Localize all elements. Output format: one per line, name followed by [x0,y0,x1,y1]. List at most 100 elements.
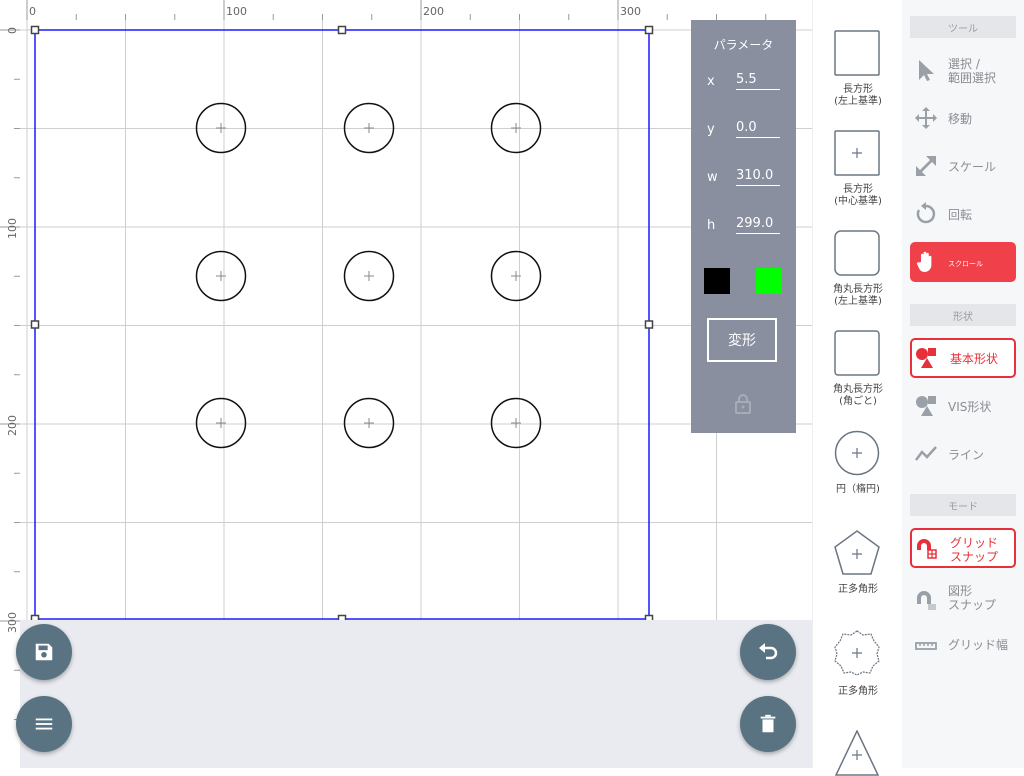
selection-box[interactable] [34,29,650,620]
menu-icon [35,718,53,730]
mode-shape-snap[interactable]: 図形 スナップ [910,580,1016,620]
tool-basic-shape[interactable]: 基本形状 [910,338,1016,378]
resize-handle[interactable] [30,614,40,621]
tool-label: スケール [948,160,997,174]
mode-grid-snap[interactable]: グリッド スナップ [910,528,1016,568]
lock-icon[interactable] [733,393,753,415]
tool-label: 基本形状 [950,352,999,366]
shape-regular-polygon[interactable]: 正多角形 [813,528,903,608]
star-polygon-icon [834,630,880,676]
tool-label: スクロール [948,260,983,268]
shape-label: 角丸長方形 (左上基準) [833,284,883,307]
circle-center-mark [364,418,374,428]
save-button[interactable] [16,624,72,680]
circle-center-mark [364,123,374,133]
rounded-rectangle-icon [834,230,880,276]
shape-label: 長方形 (中心基準) [834,184,882,207]
resize-handle[interactable] [644,320,654,329]
rotate-icon [916,202,936,224]
shape-label: 角丸長方形 (角ごと) [833,384,883,407]
mode-grid-width[interactable]: グリッド幅 [910,626,1016,666]
resize-handle[interactable] [30,320,40,329]
resize-handle[interactable] [337,614,347,621]
resize-handle[interactable] [644,614,654,621]
param-row-w: w 310.0 [691,168,796,192]
tool-panel: ツール 選択 / 範囲選択 移動 スケール 回転 スクロール 形状 基本形状 V… [902,0,1024,768]
magnet-grid-icon [917,539,937,559]
shape-rectangle-center[interactable]: 長方形 (中心基準) [813,128,903,218]
param-x-label: x [707,74,715,89]
tool-move[interactable]: 移動 [910,98,1016,138]
ruler-top-label: 0 [29,5,36,18]
shape-label: 円（楕円) [836,484,880,495]
ruler-left-label: 0 [6,27,19,34]
circle-center-mark [364,271,374,281]
cursor-icon [919,60,934,81]
param-y-input[interactable]: 0.0 [736,120,780,138]
tool-scale[interactable]: スケール [910,146,1016,186]
shape-rounded-rectangle-topleft[interactable]: 角丸長方形 (左上基準) [813,228,903,318]
tool-label: 移動 [948,112,973,126]
tool-vis-shape[interactable]: VIS形状 [910,386,1016,426]
tool-label: 図形 スナップ [948,584,997,612]
ruler-top: 0 100 200 300 [20,0,812,20]
parameter-panel-title: パラメータ [713,38,774,52]
ruler-icon [915,642,937,650]
shape-rectangle-topleft[interactable]: 長方形 (左上基準) [813,28,903,118]
tool-select[interactable]: 選択 / 範囲選択 [910,50,1016,90]
ruler-left-label: 300 [6,612,19,633]
shape-section-header: 形状 [910,304,1016,326]
param-row-y: y 0.0 [691,120,796,144]
param-h-label: h [707,218,716,233]
param-w-input[interactable]: 310.0 [736,168,780,186]
line-chart-icon [915,446,937,461]
undo-icon [759,643,778,660]
parameter-panel: パラメータ x 5.5 y 0.0 w 310.0 h 299.0 変形 [691,20,796,433]
shape-palette: 長方形 (左上基準) 長方形 (中心基準) 角丸長方形 (左上基準) 角丸長方形… [812,0,903,776]
resize-handle[interactable] [30,25,40,35]
triangle-icon [834,730,880,776]
canvas-area[interactable]: 0 100 200 300 0 100 200 300 パラメータ x 5.5 y 0.0 … [0,0,812,768]
tool-section-header: ツール [910,16,1016,38]
tool-scroll[interactable]: スクロール [910,242,1016,282]
shape-label: 正多角形 [838,686,878,697]
save-icon [35,643,53,661]
param-h-input[interactable]: 299.0 [736,216,780,234]
magnet-icon [917,591,936,610]
shape-circle[interactable]: 円（楕円) [813,428,903,508]
undo-button[interactable] [740,624,796,680]
param-w-label: w [707,170,718,185]
ruler-top-label: 300 [620,5,641,18]
tool-label: 回転 [948,208,973,222]
ruler-left-label: 100 [6,218,19,239]
trash-icon [760,714,776,733]
delete-button[interactable] [740,696,796,752]
rectangle-icon [834,30,880,76]
resize-handle[interactable] [337,25,347,35]
rounded-rectangle-corner-icon [834,330,880,376]
transform-button[interactable]: 変形 [707,318,777,362]
param-row-h: h 299.0 [691,216,796,240]
scale-icon [916,156,936,176]
fill-color-swatch[interactable] [756,268,782,294]
circle-icon [834,430,880,476]
ruler-left-label: 200 [6,415,19,436]
stroke-color-swatch[interactable] [704,268,730,294]
hand-icon [916,251,932,272]
tool-line[interactable]: ライン [910,434,1016,474]
basic-shapes-icon [916,348,936,368]
shape-star-polygon[interactable]: 正多角形 [813,630,903,710]
param-row-x: x 5.5 [691,72,796,96]
param-x-input[interactable]: 5.5 [736,72,780,90]
shape-label: 長方形 (左上基準) [834,84,882,107]
ruler-corner [0,0,20,20]
rectangle-center-icon [834,130,880,176]
shape-rounded-rectangle-corner[interactable]: 角丸長方形 (角ごと) [813,328,903,418]
shape-triangle[interactable] [813,728,903,776]
resize-handle[interactable] [644,25,654,35]
tool-label: グリッド幅 [948,638,1009,652]
tool-rotate[interactable]: 回転 [910,194,1016,234]
ruler-top-label: 200 [423,5,444,18]
ruler-top-ticks [26,0,767,20]
menu-button[interactable] [16,696,72,752]
